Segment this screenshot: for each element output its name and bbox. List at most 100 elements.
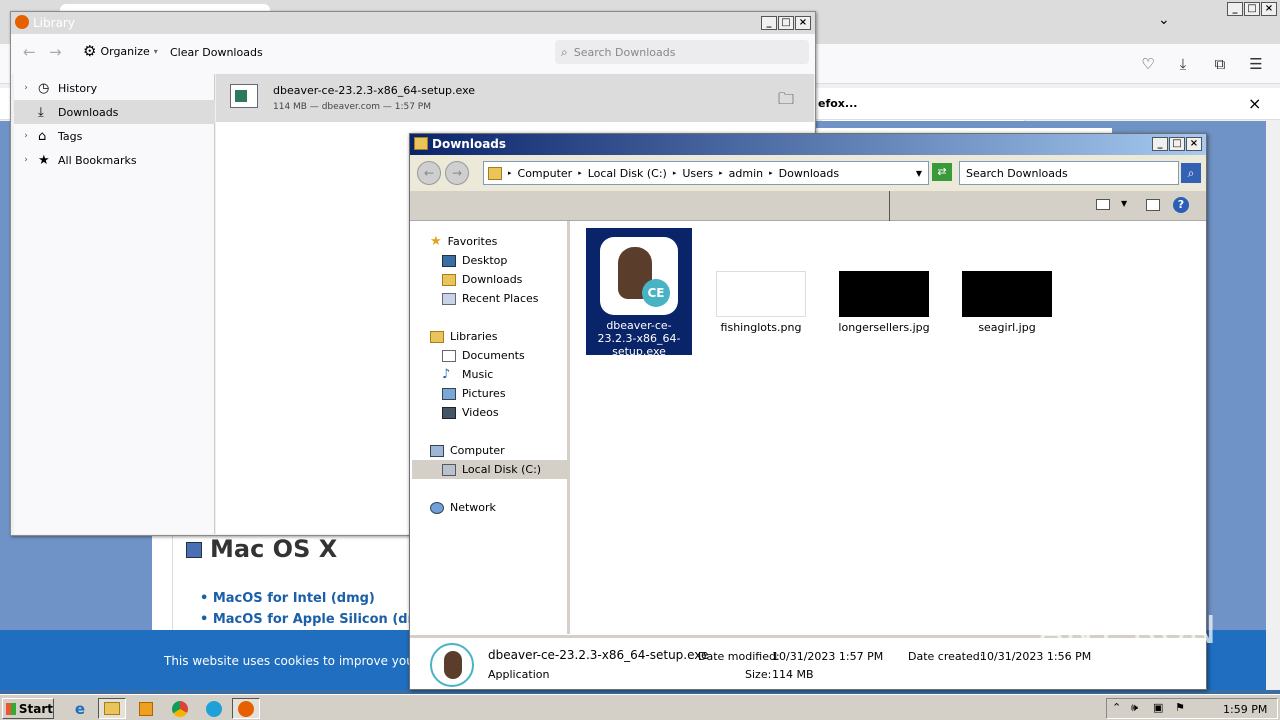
modified-value: 10/31/2023 1:57 PM	[772, 650, 884, 663]
search-icon[interactable]: ⌕	[1181, 163, 1201, 183]
link-macos-apple-silicon[interactable]: • MacOS for Apple Silicon (dm	[200, 609, 421, 630]
nav-label-network: Network	[450, 501, 496, 514]
created-label: Date created:	[908, 650, 984, 663]
nav-videos[interactable]: Videos	[442, 403, 499, 422]
close-icon[interactable]: ×	[1261, 2, 1277, 16]
download-icon[interactable]: ⤓	[1173, 54, 1193, 74]
menu-icon[interactable]: ☰	[1246, 54, 1266, 74]
file-name: dbeaver-ce-23.2.3-x86_64-setup.exe	[597, 319, 681, 358]
nav-libraries[interactable]: Libraries	[430, 327, 498, 346]
tab-list-icon[interactable]: ⌄	[1158, 12, 1170, 28]
expand-arrow-icon[interactable]: ›	[14, 155, 38, 165]
tray-expand-icon[interactable]: ⌃	[1112, 701, 1121, 714]
file-item[interactable]: fishinglots.png	[708, 271, 814, 334]
organize-button[interactable]: ⚙ Organize ▾	[83, 42, 158, 60]
taskbar-firefox-icon[interactable]	[232, 698, 260, 719]
breadcrumb-computer[interactable]: Computer	[518, 167, 573, 180]
flag-icon[interactable]: ⚑	[1175, 701, 1185, 714]
expand-arrow-icon[interactable]: ›	[14, 83, 38, 93]
taskbar-chrome-icon[interactable]	[166, 698, 194, 719]
size-label: Size:	[745, 668, 772, 681]
address-dropdown-icon[interactable]: ▼	[916, 169, 922, 178]
explorer-minimize-icon[interactable]: _	[1152, 137, 1168, 151]
library-close-icon[interactable]: ×	[795, 16, 811, 30]
nav-recent-places[interactable]: Recent Places	[442, 289, 539, 308]
expand-arrow-icon[interactable]: ›	[14, 131, 38, 141]
nav-desktop[interactable]: Desktop	[442, 251, 507, 270]
download-icon: ⤓	[38, 104, 44, 120]
breadcrumb-downloads[interactable]: Downloads	[779, 167, 839, 180]
breadcrumb-local-disk[interactable]: Local Disk (C:)	[588, 167, 667, 180]
library-minimize-icon[interactable]: _	[761, 16, 777, 30]
chevron-right-icon[interactable]: ▸	[673, 169, 677, 177]
taskbar-media-player-icon[interactable]	[132, 698, 160, 719]
address-bar[interactable]: ▸ Computer ▸ Local Disk (C:) ▸ Users ▸ a…	[483, 161, 929, 185]
file-item[interactable]: CE dbeaver-ce-23.2.3-x86_64-setup.exe	[586, 228, 692, 358]
network-tray-icon[interactable]: ▣	[1153, 701, 1163, 714]
extensions-icon[interactable]: ⧉	[1210, 54, 1230, 74]
sidebar-item-downloads[interactable]: ⤓ Downloads	[14, 100, 215, 124]
chevron-down-icon: ▾	[153, 46, 158, 56]
folder-icon[interactable]: 🗀	[778, 88, 794, 115]
chevron-right-icon[interactable]: ▸	[578, 169, 582, 177]
breadcrumb-admin[interactable]: admin	[729, 167, 763, 180]
star-icon: ★	[430, 234, 442, 249]
explorer-maximize-icon[interactable]: □	[1169, 137, 1185, 151]
details-type: Application	[488, 668, 550, 681]
explorer-titlebar[interactable]: Downloads _ □ ×	[410, 134, 1206, 155]
nav-label-music: Music	[462, 368, 494, 381]
views-icon[interactable]	[1096, 199, 1110, 210]
start-button[interactable]: Start	[2, 698, 54, 719]
preview-pane-icon[interactable]	[1146, 199, 1160, 211]
close-notification-icon[interactable]: ×	[1248, 94, 1261, 113]
pocket-icon[interactable]: ♡	[1138, 54, 1158, 74]
sidebar-item-tags[interactable]: › ⌂ Tags	[14, 124, 215, 148]
explorer-search-field[interactable]: Search Downloads	[959, 161, 1179, 185]
nav-local-disk[interactable]: Local Disk (C:)	[412, 460, 568, 479]
explorer-title: Downloads	[432, 137, 507, 151]
file-view: CE dbeaver-ce-23.2.3-x86_64-setup.exe fi…	[573, 221, 1206, 634]
chevron-down-icon[interactable]: ▼	[1121, 199, 1127, 208]
chevron-right-icon[interactable]: ▸	[769, 169, 773, 177]
nav-network[interactable]: Network	[430, 498, 496, 517]
file-exe-icon	[230, 84, 258, 108]
explorer-window: Downloads _ □ × ← → ▸ Computer ▸ Local D…	[409, 133, 1207, 690]
breadcrumb-users[interactable]: Users	[682, 167, 713, 180]
maximize-icon[interactable]: □	[1244, 2, 1260, 16]
taskbar-edge-icon[interactable]	[200, 698, 228, 719]
forward-arrow-icon[interactable]: →	[49, 43, 62, 61]
nav-pictures[interactable]: Pictures	[442, 384, 506, 403]
documents-icon	[442, 349, 456, 362]
refresh-icon[interactable]: ⇄	[932, 163, 952, 181]
nav-label-documents: Documents	[462, 349, 525, 362]
file-item[interactable]: longersellers.jpg	[831, 271, 937, 334]
library-titlebar[interactable]: Library _ □ ×	[11, 12, 815, 34]
image-thumbnail	[962, 271, 1052, 317]
download-row[interactable]: dbeaver-ce-23.2.3-x86_64-setup.exe 114 M…	[216, 74, 814, 122]
sidebar-item-all-bookmarks[interactable]: › ★ All Bookmarks	[14, 148, 215, 172]
link-macos-intel[interactable]: • MacOS for Intel (dmg)	[200, 588, 421, 609]
nav-favorites[interactable]: ★ Favorites	[430, 232, 497, 251]
back-arrow-icon[interactable]: ←	[23, 43, 36, 61]
taskbar-ie-icon[interactable]: e	[66, 698, 94, 719]
image-thumbnail	[839, 271, 929, 317]
chevron-right-icon[interactable]: ▸	[719, 169, 723, 177]
clear-downloads-button[interactable]: Clear Downloads	[170, 46, 263, 59]
sidebar-item-history[interactable]: › ◷ History	[14, 76, 215, 100]
nav-downloads[interactable]: Downloads	[442, 270, 522, 289]
library-maximize-icon[interactable]: □	[778, 16, 794, 30]
clock[interactable]: 1:59 PM	[1223, 703, 1267, 716]
help-icon[interactable]: ?	[1173, 197, 1189, 213]
taskbar-explorer-icon[interactable]	[98, 698, 126, 719]
file-item[interactable]: seagirl.jpg	[954, 271, 1060, 334]
volume-icon[interactable]: 🕪	[1131, 701, 1138, 715]
page-scrollbar[interactable]	[1266, 121, 1280, 690]
library-search-field[interactable]: ⌕ Search Downloads	[555, 40, 809, 64]
minimize-icon[interactable]: _	[1227, 2, 1243, 16]
nav-music[interactable]: ♪ Music	[442, 365, 493, 384]
forward-arrow-icon[interactable]: →	[445, 161, 469, 185]
nav-computer[interactable]: Computer	[430, 441, 505, 460]
back-arrow-icon[interactable]: ←	[417, 161, 441, 185]
explorer-close-icon[interactable]: ×	[1186, 137, 1202, 151]
nav-documents[interactable]: Documents	[442, 346, 525, 365]
